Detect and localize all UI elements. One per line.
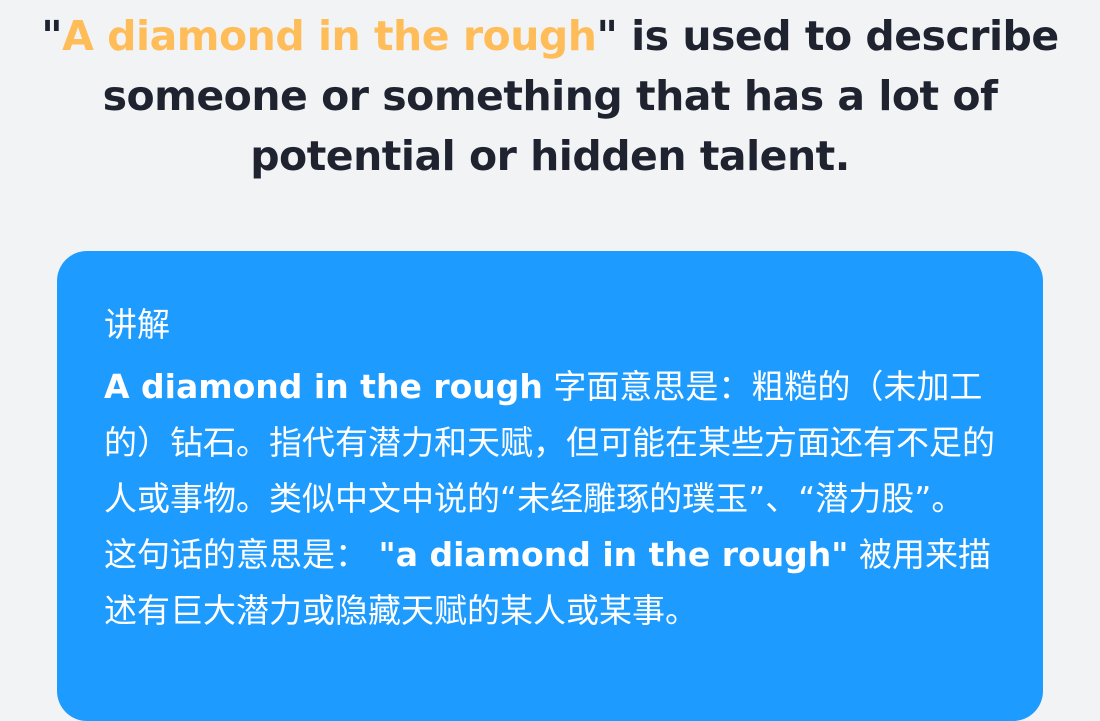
card-title: 讲解 [104,305,170,344]
highlighted-phrase: A diamond in the rough [62,12,597,60]
meaning-phrase: "a diamond in the rough" [378,535,849,574]
explanation-card-content: 讲解 A diamond in the rough 字面意思是：粗糙的（未加工的… [104,295,1004,639]
meaning-paragraph: 这句话的意思是： "a diamond in the rough" 被用来描述有… [104,527,1004,639]
explanation-card: 讲解 A diamond in the rough 字面意思是：粗糙的（未加工的… [57,251,1043,721]
example-sentence: "A diamond in the rough" is used to desc… [40,6,1060,186]
open-quote: " [41,12,63,60]
meaning-prefix: 这句话的意思是： [104,535,379,574]
explanation-phrase: A diamond in the rough [104,367,543,406]
explanation-paragraph: A diamond in the rough 字面意思是：粗糙的（未加工的）钻石… [104,359,1004,527]
